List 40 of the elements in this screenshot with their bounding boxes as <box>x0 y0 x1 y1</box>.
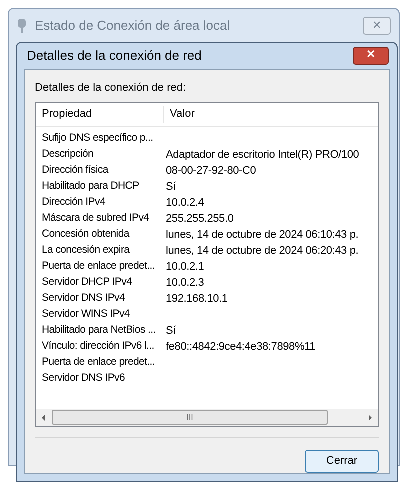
horizontal-scrollbar[interactable]: III <box>36 409 378 426</box>
value-cell-text: 10.0.2.1 <box>165 260 206 275</box>
property-cell-text: Máscara de subred IPv4 <box>41 211 150 226</box>
property-cell-text: Habilitado para NetBios ... <box>41 323 157 338</box>
value-cell-text: lunes, 14 de octubre de 2024 06:20:43 p. <box>165 244 360 259</box>
column-header[interactable]: Valor <box>164 106 378 123</box>
property-cell-text: Habilitado para DHCP <box>41 179 140 194</box>
property-cell-text: Descripción <box>41 147 95 162</box>
value-cell-text: Adaptador de escritorio Intel(R) PRO/100 <box>165 148 360 163</box>
value-cell-text: fe80::4842:9ce4:4e38:7898%11 <box>165 340 317 355</box>
close-dialog-button[interactable]: Cerrar <box>305 450 379 473</box>
property-cell-text: Dirección IPv4 <box>41 195 106 210</box>
close-button[interactable]: ✕ <box>353 46 389 65</box>
value-cell-text: 08-00-27-92-80-C0 <box>165 164 258 179</box>
value-cell-text: Sí <box>165 180 177 195</box>
property-cell-text: Puerta de enlace predet... <box>41 259 156 274</box>
value-cell-text: Sí <box>165 324 177 339</box>
value-cell-text: 255.255.255.0 <box>165 212 235 227</box>
property-cell-text: Puerta de enlace predet... <box>41 355 156 370</box>
value-cell-text: lunes, 14 de octubre de 2024 06:10:43 p. <box>165 228 360 243</box>
window-title: Estado de Conexión de área local <box>35 17 230 36</box>
property-cell-text: Servidor DHCP IPv4 <box>41 275 134 290</box>
property-cell-text: Dirección física <box>41 163 110 178</box>
property-cell-text: Vínculo: dirección IPv6 l... <box>41 339 156 354</box>
section-label: Detalles de la conexión de red: <box>35 80 188 96</box>
dialog-title: Detalles de la conexión de red <box>27 47 202 65</box>
property-cell-text: La concesión expira <box>41 243 131 258</box>
property-cell-text: Servidor DNS IPv6 <box>41 371 126 386</box>
property-cell-text: Sufijo DNS específico p... <box>41 131 154 146</box>
property-cell-text: Servidor WINS IPv4 <box>41 307 131 322</box>
value-cell-text: 10.0.2.3 <box>165 276 206 291</box>
value-cell-text: 192.168.10.1 <box>165 292 229 307</box>
value-cell-text: 10.0.2.4 <box>165 196 206 211</box>
close-button[interactable]: ✕ <box>363 17 391 35</box>
property-cell-text: Concesión obtenida <box>41 227 131 242</box>
grip-text: III <box>186 414 194 422</box>
scroll-thumb[interactable]: III <box>52 410 328 425</box>
property-cell-text: Servidor DNS IPv4 <box>41 291 126 306</box>
network-plug-icon <box>17 18 27 34</box>
column-header[interactable]: Propiedad <box>36 106 164 123</box>
